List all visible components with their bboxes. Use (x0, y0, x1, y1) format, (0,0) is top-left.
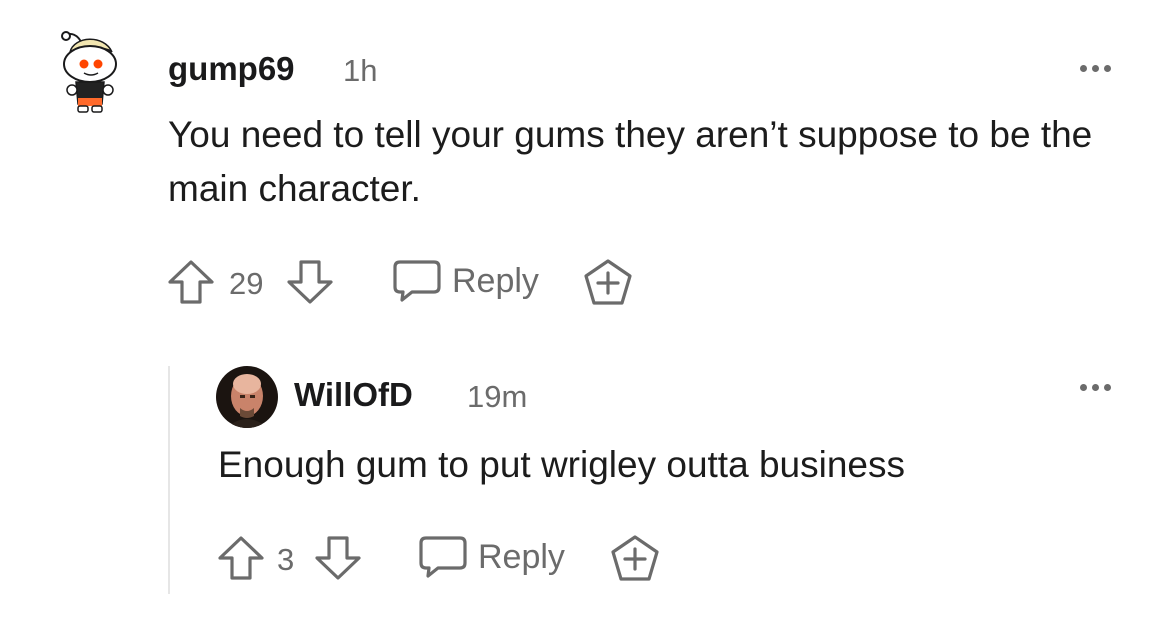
timestamp: 1h (343, 53, 378, 88)
comment-reply: WillOfD 19m Enough gum to put wrigley ou… (0, 330, 1170, 624)
comment: gump69 1h You need to tell your gums the… (0, 0, 1170, 330)
reply-button[interactable]: Reply (418, 535, 565, 579)
upvote-icon[interactable] (216, 534, 266, 582)
downvote-icon[interactable] (313, 534, 363, 582)
upvote-icon[interactable] (166, 258, 216, 306)
user-avatar[interactable] (52, 24, 124, 116)
reply-label: Reply (452, 261, 539, 300)
reply-button[interactable]: Reply (392, 259, 539, 303)
comment-bubble-icon (418, 535, 468, 579)
comment-body: You need to tell your gums they aren’t s… (168, 114, 1093, 209)
award-icon[interactable] (609, 534, 661, 582)
reply-label: Reply (478, 537, 565, 576)
timestamp: 19m (467, 379, 528, 414)
snoo-avatar-icon (61, 31, 117, 113)
more-options-icon[interactable] (1080, 384, 1111, 391)
username[interactable]: gump69 (168, 50, 295, 88)
username[interactable]: WillOfD (294, 376, 413, 414)
award-icon[interactable] (582, 258, 634, 306)
vote-count: 29 (229, 266, 264, 301)
comment-bubble-icon (392, 259, 442, 303)
more-options-icon[interactable] (1080, 65, 1111, 72)
user-avatar[interactable] (216, 366, 278, 428)
downvote-icon[interactable] (285, 258, 335, 306)
comment-body: Enough gum to put wrigley outta business (218, 444, 905, 485)
vote-count: 3 (277, 542, 295, 577)
photo-avatar (216, 366, 278, 428)
